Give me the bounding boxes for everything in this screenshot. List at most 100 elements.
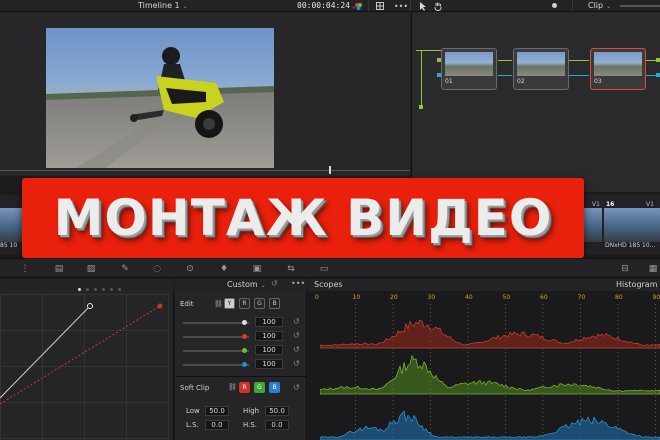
hs-value-field[interactable]: 0.0 <box>265 420 289 430</box>
source-port[interactable] <box>419 105 423 109</box>
red-value-field[interactable]: 100 <box>255 331 283 341</box>
channel-g-button[interactable]: G <box>254 298 265 309</box>
green-slider[interactable] <box>183 350 249 352</box>
stills-icon[interactable]: ▦ <box>646 263 660 275</box>
qualifier-icon[interactable]: ✎ <box>118 263 132 275</box>
channel-y-button[interactable]: Y <box>224 298 235 309</box>
curve-mode-selector[interactable]: Custom ⌄ <box>227 280 266 289</box>
reset-icon[interactable]: ↺ <box>293 383 300 392</box>
timeline-selector[interactable]: Timeline 1 ⌄ <box>138 1 188 10</box>
node-wire-rgb <box>498 60 512 61</box>
luma-slider-knob[interactable] <box>242 320 247 325</box>
blur-icon[interactable]: ♦ <box>217 263 231 275</box>
page-dot[interactable] <box>78 288 81 291</box>
node-03[interactable]: 03 <box>590 48 646 90</box>
high-value-field[interactable]: 50.0 <box>265 406 289 416</box>
scope-tick-label: 10 <box>352 294 361 301</box>
timecode-display[interactable]: 00:00:04:24 ⌄ <box>297 1 356 10</box>
title-banner: МОНТАЖ ВИДЕО <box>22 178 584 258</box>
scope-tick-label: 20 <box>390 294 398 301</box>
node-output-port[interactable] <box>656 73 660 77</box>
soft-clip-red-button[interactable]: R <box>239 382 250 393</box>
color-match-icon[interactable]: ▤ <box>52 263 66 275</box>
clip-caption: 85 10 <box>0 242 18 249</box>
luma-value-field[interactable]: 100 <box>255 317 283 327</box>
more-options-icon[interactable]: ••• <box>394 1 408 11</box>
3d-icon[interactable]: ▭ <box>317 263 331 275</box>
grid-icon[interactable] <box>374 1 386 11</box>
more-options-icon[interactable]: ••• <box>291 279 305 288</box>
node-label: 02 <box>517 78 525 85</box>
scrubber-track[interactable] <box>0 170 410 171</box>
curve-control-point[interactable] <box>87 303 93 309</box>
playhead[interactable] <box>329 166 331 174</box>
ls-value-field[interactable]: 0.0 <box>205 420 229 430</box>
keyframes-icon[interactable]: ⊟ <box>618 263 632 275</box>
tracker-icon[interactable]: ⊙ <box>183 263 197 275</box>
key-icon[interactable]: ▣ <box>250 263 264 275</box>
curve-control-point[interactable] <box>157 303 163 309</box>
low-value-field[interactable]: 50.0 <box>205 406 229 416</box>
reset-icon[interactable]: ↺ <box>293 345 300 354</box>
scope-tick-label: 30 <box>427 294 436 301</box>
green-slider-knob[interactable] <box>242 348 247 353</box>
clip-caption: DNxHD 185 10... <box>605 242 656 249</box>
channel-r-button[interactable]: R <box>239 298 250 309</box>
reset-icon[interactable]: ↺ <box>293 317 300 326</box>
clip-thumbnail[interactable] <box>0 208 22 242</box>
page-dot[interactable] <box>94 288 97 291</box>
window-icon[interactable]: ◌ <box>150 263 164 275</box>
hs-label: H.S. <box>243 421 258 429</box>
page-indicator[interactable] <box>78 284 138 291</box>
clip-thumbnail[interactable] <box>584 208 602 242</box>
soft-clip-blue-button[interactable]: B <box>269 382 280 393</box>
pointer-icon[interactable] <box>416 1 428 11</box>
reset-icon[interactable]: ↺ <box>293 359 300 368</box>
page-dot[interactable] <box>102 288 105 291</box>
color-wheel-icon[interactable] <box>352 1 364 11</box>
reset-icon[interactable]: ↺ <box>271 279 278 288</box>
toolbar-divider <box>368 1 369 11</box>
channel-b-button[interactable]: B <box>269 298 280 309</box>
blue-slider-knob[interactable] <box>242 362 247 367</box>
low-label: Low <box>186 407 200 415</box>
page-dot[interactable] <box>110 288 113 291</box>
node-thumbnail <box>445 52 493 76</box>
node-wire-rgb <box>416 50 442 51</box>
camera-raw-icon[interactable]: ⋮ <box>18 263 32 275</box>
scope-tick-label: 40 <box>465 294 473 301</box>
hand-icon[interactable] <box>432 1 444 11</box>
page-dot[interactable] <box>86 288 89 291</box>
link-icon[interactable]: ⛓ <box>228 383 237 391</box>
blue-slider[interactable] <box>183 364 249 366</box>
page-dot[interactable] <box>118 288 121 291</box>
reset-icon[interactable]: ↺ <box>293 331 300 340</box>
clip-thumbnail[interactable] <box>604 208 660 242</box>
motorcycle-image <box>46 47 274 168</box>
zoom-slider[interactable] <box>620 5 660 7</box>
scope-tick-labels: 0 10 20 30 40 50 60 70 80 90 <box>308 294 660 304</box>
curve-graph[interactable] <box>0 294 170 440</box>
node-output-port[interactable] <box>656 58 660 62</box>
scopes-header: Scopes Histogram⌄ <box>308 279 660 291</box>
node-02[interactable]: 02 <box>513 48 569 90</box>
node-input-port[interactable] <box>437 58 441 62</box>
track-label: V1 <box>592 201 600 208</box>
node-input-port[interactable] <box>437 73 441 77</box>
blue-value-field[interactable]: 100 <box>255 359 283 369</box>
link-icon[interactable]: ⛓ <box>214 300 223 308</box>
clip-mode-selector[interactable]: Clip ⌄ <box>588 1 611 10</box>
scope-mode-selector[interactable]: Histogram⌄ <box>616 280 660 289</box>
sizing-icon[interactable]: ⇆ <box>284 263 298 275</box>
soft-clip-green-button[interactable]: G <box>254 382 265 393</box>
green-value-field[interactable]: 100 <box>255 345 283 355</box>
red-slider[interactable] <box>183 336 249 338</box>
node-01[interactable]: 01 <box>441 48 497 90</box>
timecode-value: 00:00:04:24 <box>297 1 350 10</box>
luma-slider[interactable] <box>183 322 249 324</box>
red-slider-knob[interactable] <box>242 334 247 339</box>
histogram <box>320 304 660 440</box>
toggle-dot[interactable] <box>552 3 557 8</box>
curves-icon[interactable]: ▨ <box>84 263 98 275</box>
node-wire-rgb <box>569 60 589 61</box>
